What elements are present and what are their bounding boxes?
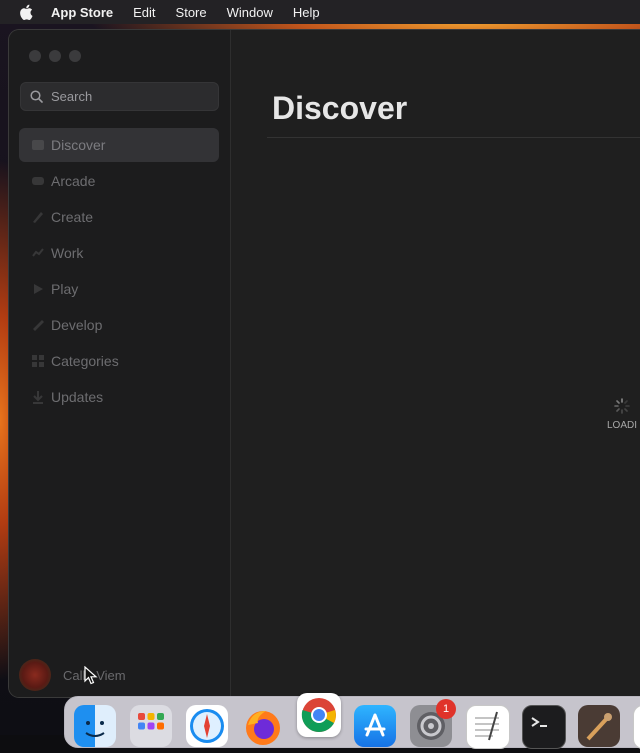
spinner-icon — [614, 398, 630, 414]
sidebar-item-label: Play — [51, 281, 79, 297]
sidebar-item-label: Create — [51, 209, 94, 225]
system-settings-icon[interactable]: 1 — [410, 699, 456, 747]
zoom-window-button[interactable] — [69, 50, 81, 62]
close-window-button[interactable] — [29, 50, 41, 62]
main-content: Discover LOADI — [231, 30, 640, 697]
loading-indicator: LOADI — [607, 398, 637, 431]
chrome-icon[interactable] — [297, 693, 341, 737]
menu-help[interactable]: Help — [293, 5, 320, 20]
sidebar-item-label: Develop — [51, 317, 103, 333]
sidebar-item-updates[interactable]: Updates — [19, 380, 219, 414]
discover-icon — [32, 140, 44, 150]
sidebar-item-label: Work — [51, 245, 84, 261]
arcade-icon — [32, 177, 44, 185]
sidebar-item-label: Arcade — [51, 173, 96, 189]
menu-bar: App Store Edit Store Window Help — [0, 0, 640, 24]
search-placeholder: Search — [51, 89, 93, 104]
menu-window[interactable]: Window — [227, 5, 273, 20]
title-divider — [267, 137, 640, 138]
loading-text: LOADI — [607, 420, 638, 431]
window-controls — [29, 50, 81, 62]
app-store-icon[interactable] — [354, 705, 396, 747]
textedit-icon[interactable] — [466, 705, 510, 749]
sidebar: Search Discover Arcade Create Work Play — [9, 30, 231, 697]
sidebar-item-create[interactable]: Create — [19, 200, 219, 234]
sidebar-item-label: Discover — [51, 137, 106, 153]
notification-badge: 1 — [436, 699, 456, 719]
page-title: Discover — [272, 90, 408, 126]
menu-edit[interactable]: Edit — [133, 5, 155, 20]
launchpad-icon[interactable] — [130, 705, 172, 747]
finder-icon[interactable] — [74, 705, 116, 747]
create-icon — [33, 212, 43, 223]
account-button[interactable]: Callo Viem — [19, 659, 126, 691]
sidebar-nav: Discover Arcade Create Work Play Develop — [19, 128, 219, 416]
sidebar-item-label: Categories — [51, 353, 119, 369]
sidebar-item-work[interactable]: Work — [19, 236, 219, 270]
develop-icon — [33, 320, 44, 331]
app-store-window: Search Discover Arcade Create Work Play — [9, 30, 640, 697]
categories-icon — [32, 355, 44, 367]
terminal-icon[interactable] — [522, 705, 566, 749]
play-icon — [34, 284, 43, 294]
dock-app-partial-icon[interactable] — [633, 705, 640, 749]
sidebar-item-categories[interactable]: Categories — [19, 344, 219, 378]
search-icon — [30, 90, 43, 103]
menu-app-store[interactable]: App Store — [51, 5, 113, 20]
sidebar-item-label: Updates — [51, 389, 104, 405]
minimize-window-button[interactable] — [49, 50, 61, 62]
work-icon — [32, 248, 44, 257]
sidebar-item-develop[interactable]: Develop — [19, 308, 219, 342]
mouse-cursor-icon — [84, 666, 98, 685]
menu-store[interactable]: Store — [176, 5, 207, 20]
sidebar-item-arcade[interactable]: Arcade — [19, 164, 219, 198]
sidebar-item-play[interactable]: Play — [19, 272, 219, 306]
instruments-icon[interactable] — [578, 705, 620, 747]
firefox-icon[interactable] — [242, 705, 284, 747]
safari-icon[interactable] — [186, 705, 228, 747]
search-field[interactable]: Search — [20, 82, 219, 111]
apple-menu-icon[interactable] — [19, 4, 33, 20]
avatar — [19, 659, 51, 691]
dock: 1 — [64, 693, 640, 749]
updates-icon — [33, 391, 43, 404]
sidebar-item-discover[interactable]: Discover — [19, 128, 219, 162]
